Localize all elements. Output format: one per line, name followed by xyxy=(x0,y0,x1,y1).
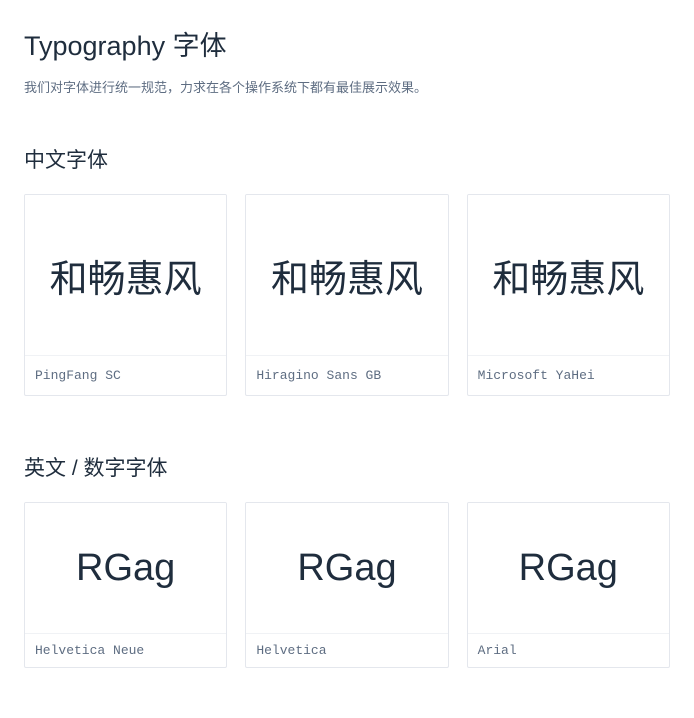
font-card: 和畅惠风 PingFang SC xyxy=(24,194,227,396)
font-card: 和畅惠风 Hiragino Sans GB xyxy=(245,194,448,396)
section-title-english: 英文 / 数字字体 xyxy=(24,452,670,482)
font-name: Helvetica Neue xyxy=(25,633,226,667)
font-name: Helvetica xyxy=(246,633,447,667)
font-name: Hiragino Sans GB xyxy=(246,355,447,395)
font-name: Arial xyxy=(468,633,669,667)
font-sample: 和畅惠风 xyxy=(246,195,447,355)
font-grid-english: RGag Helvetica Neue RGag Helvetica RGag … xyxy=(24,502,670,668)
font-sample: RGag xyxy=(25,503,226,633)
section-title-chinese: 中文字体 xyxy=(24,144,670,174)
font-sample: 和畅惠风 xyxy=(25,195,226,355)
page-title: Typography 字体 xyxy=(24,24,670,63)
font-card: RGag Helvetica Neue xyxy=(24,502,227,668)
font-sample: 和畅惠风 xyxy=(468,195,669,355)
page-description: 我们对字体进行统一规范，力求在各个操作系统下都有最佳展示效果。 xyxy=(24,77,670,96)
font-name: Microsoft YaHei xyxy=(468,355,669,395)
font-grid-chinese: 和畅惠风 PingFang SC 和畅惠风 Hiragino Sans GB 和… xyxy=(24,194,670,396)
font-card: RGag Arial xyxy=(467,502,670,668)
font-card: 和畅惠风 Microsoft YaHei xyxy=(467,194,670,396)
font-name: PingFang SC xyxy=(25,355,226,395)
font-sample: RGag xyxy=(246,503,447,633)
font-card: RGag Helvetica xyxy=(245,502,448,668)
font-sample: RGag xyxy=(468,503,669,633)
